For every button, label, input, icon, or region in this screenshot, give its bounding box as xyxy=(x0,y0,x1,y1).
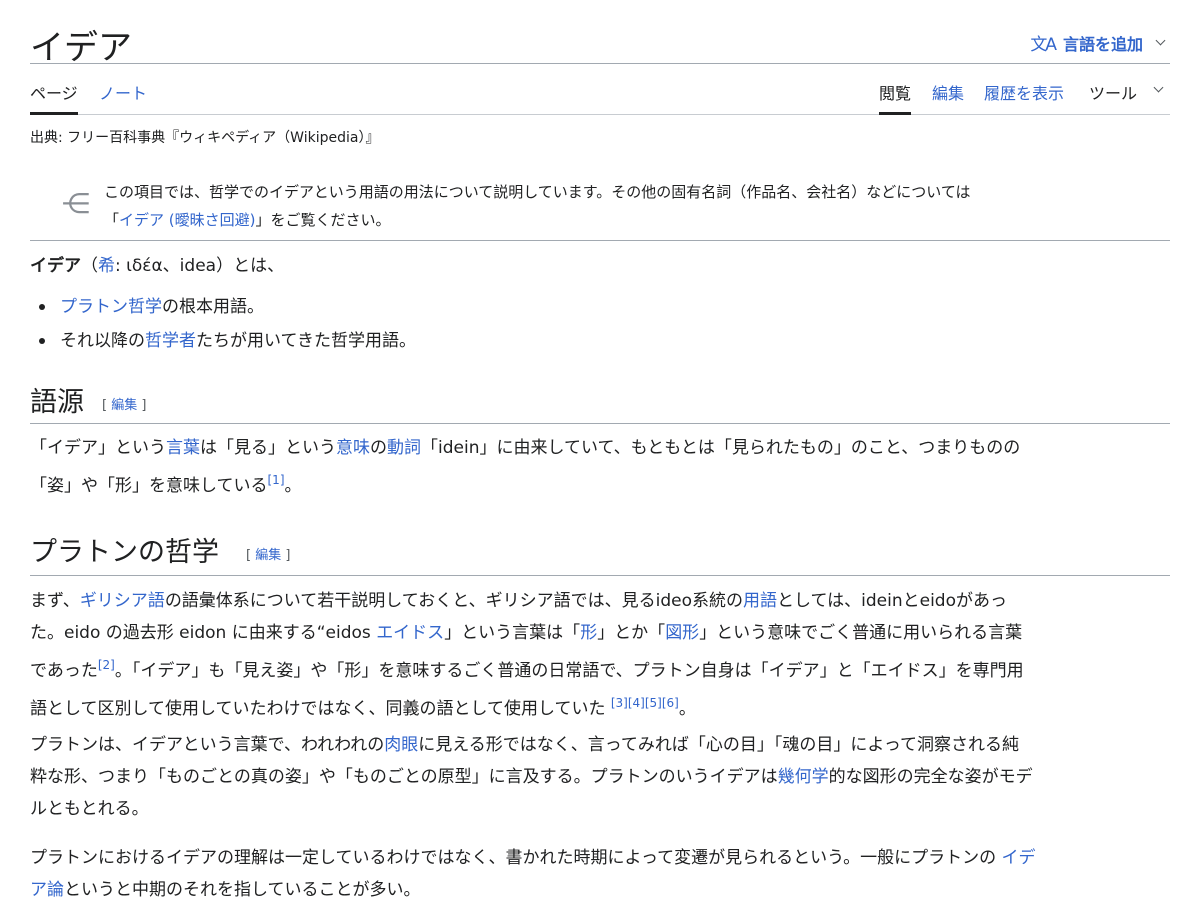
plato-paragraph-3: プラトンにおけるイデアの理解は一定しているわけではなく、書かれた時期によって変遷… xyxy=(30,842,1170,906)
intro-paragraph: イデア（希: ιδέα、idea）とは、 xyxy=(30,250,1170,282)
greek-language-link[interactable]: ギリシア語 xyxy=(80,591,165,611)
idea-theory-link[interactable]: ア論 xyxy=(30,880,64,900)
text: であった xyxy=(30,661,98,681)
hatnote-line1: この項目では、哲学でのイデアという用語の用法について説明しています。その他の固有… xyxy=(104,183,971,201)
text: 」とか「 xyxy=(597,623,666,643)
tab-edit[interactable]: 編集 xyxy=(932,80,964,115)
text: 。 xyxy=(284,476,302,496)
intro-list: プラトン哲学の根本用語。 それ以降の哲学者たちが用いてきた哲学用語。 xyxy=(30,290,416,358)
list-item-text: それ以降の xyxy=(60,331,145,351)
text: 。 xyxy=(678,699,696,719)
text: 的な図形の完全な姿がモデ xyxy=(828,767,1033,787)
philosopher-link[interactable]: 哲学者 xyxy=(145,331,196,351)
text: 「idein」に由来していて、もともとは「見られたもの」のこと、つまりものの xyxy=(421,438,1021,458)
text: というと中期のそれを指していることが多い。 xyxy=(64,880,421,900)
text: まず、 xyxy=(30,591,80,611)
shape-link[interactable]: 形 xyxy=(580,623,597,643)
translate-icon: 文A xyxy=(1030,35,1057,55)
tools-menu[interactable]: ツール xyxy=(1089,80,1164,115)
hatnote-post: 」をご覧ください。 xyxy=(255,211,391,229)
text: の xyxy=(370,438,387,458)
text: ルともとれる。 xyxy=(30,799,149,819)
greek-link[interactable]: 希 xyxy=(98,256,115,276)
plato-paragraph-2: プラトンは、イデアという言葉で、われわれの肉眼に見える形ではなく、言ってみれば「… xyxy=(30,729,1170,825)
text: プラトンは、イデアという言葉で、われわれの xyxy=(30,735,385,755)
section-edit[interactable]: [ 編集 ] xyxy=(102,394,146,413)
term-link[interactable]: 用語 xyxy=(743,591,777,611)
intro-rest: : ιδέα、idea）とは、 xyxy=(115,256,285,276)
section-title: 語源 xyxy=(30,387,84,418)
tab-history[interactable]: 履歴を表示 xyxy=(984,80,1064,115)
page-tabs: ページ ノート 閲覧 編集 履歴を表示 ツール xyxy=(30,66,1170,115)
tab-read[interactable]: 閲覧 xyxy=(879,80,912,115)
disambiguation-link[interactable]: イデア (曖昧さ回避) xyxy=(119,211,255,229)
section-edit[interactable]: [ 編集 ] xyxy=(246,544,290,563)
text: 」という言葉は「 xyxy=(444,623,581,643)
plato-philosophy-link[interactable]: プラトン哲学 xyxy=(60,297,162,317)
tab-talk[interactable]: ノート xyxy=(99,80,147,115)
geometry-link[interactable]: 幾何学 xyxy=(778,767,829,787)
list-item-text: の根本用語。 xyxy=(162,297,264,317)
text: の語彙体系について若干説明しておくと、ギリシア語では、見るideo系統の xyxy=(164,591,743,611)
tab-page[interactable]: ページ xyxy=(30,80,78,115)
naked-eye-link[interactable]: 肉眼 xyxy=(384,735,418,755)
etymology-paragraph: 「イデア」という言葉は「見る」という意味の動詞「idein」に由来していて、もと… xyxy=(30,432,1170,502)
divider xyxy=(30,240,1170,241)
intro-paren: （ xyxy=(81,256,98,276)
text: としては、ideinとeidoがあっ xyxy=(776,591,1007,611)
section-heading-etymology: 語源 [ 編集 ] xyxy=(30,378,1170,424)
chevron-down-icon xyxy=(1153,82,1164,93)
word-link[interactable]: 言葉 xyxy=(166,438,200,458)
text: 「イデア」という xyxy=(30,438,166,458)
list-item: プラトン哲学の根本用語。 xyxy=(30,290,416,324)
text: 」という意味でごく普通に用いられる言葉 xyxy=(699,623,1023,643)
list-item-text: たちが用いてきた哲学用語。 xyxy=(196,331,416,351)
text: 。「イデア」も「見え姿」や「形」を意味するごく普通の日常語で、プラトン自身は「イ… xyxy=(114,661,1024,681)
text: 「姿」や「形」を意味している xyxy=(30,476,268,496)
edit-link[interactable]: 編集 xyxy=(255,548,281,563)
disambiguation-icon: ⋲ xyxy=(62,187,90,220)
idea-theory-link[interactable]: イデ xyxy=(1002,848,1036,868)
section-heading-plato: プラトンの哲学 [ 編集 ] xyxy=(30,528,1170,576)
text: 粋な形、つまり「ものごとの真の姿」や「ものごとの原型」に言及する。プラトンのいう… xyxy=(30,767,778,787)
source-line: 出典: フリー百科事典『ウィキペディア（Wikipedia）』 xyxy=(30,130,380,146)
list-item: それ以降の哲学者たちが用いてきた哲学用語。 xyxy=(30,324,416,358)
add-language-label: 言語を追加 xyxy=(1062,34,1143,54)
reference-link[interactable]: [3][4][5][6] xyxy=(611,696,679,710)
text: 語として区別して使用していたわけではなく、同義の語として使用していた xyxy=(30,699,611,719)
title-bar: イデア 文A 言語を追加 xyxy=(30,14,1170,68)
page-title: イデア xyxy=(30,28,132,68)
section-title: プラトンの哲学 xyxy=(30,537,219,568)
figure-link[interactable]: 図形 xyxy=(665,623,699,643)
add-language-button[interactable]: 文A 言語を追加 xyxy=(1030,30,1166,55)
text: プラトンにおけるイデアの理解は一定しているわけではなく、書かれた時期によって変遷… xyxy=(30,848,1002,868)
verb-link[interactable]: 動詞 xyxy=(387,438,421,458)
tools-label: ツール xyxy=(1089,84,1138,103)
eidos-link[interactable]: エイドス xyxy=(376,623,444,643)
meaning-link[interactable]: 意味 xyxy=(336,438,370,458)
text: に見える形ではなく、言ってみれば「心の目」「魂の目」によって洞察される純 xyxy=(418,735,1020,755)
intro-bold-term: イデア xyxy=(30,256,81,276)
hatnote-pre: 「 xyxy=(104,211,120,229)
text: は「見る」という xyxy=(200,438,336,458)
chevron-down-icon xyxy=(1155,35,1166,46)
text: た。eido の過去形 eidon に由来する“eidos xyxy=(30,623,377,643)
reference-link[interactable]: [2] xyxy=(98,658,115,672)
plato-paragraph-1: まず、ギリシア語の語彙体系について若干説明しておくと、ギリシア語では、見るide… xyxy=(30,585,1170,725)
reference-link[interactable]: [1] xyxy=(268,473,285,487)
edit-link[interactable]: 編集 xyxy=(111,398,137,413)
